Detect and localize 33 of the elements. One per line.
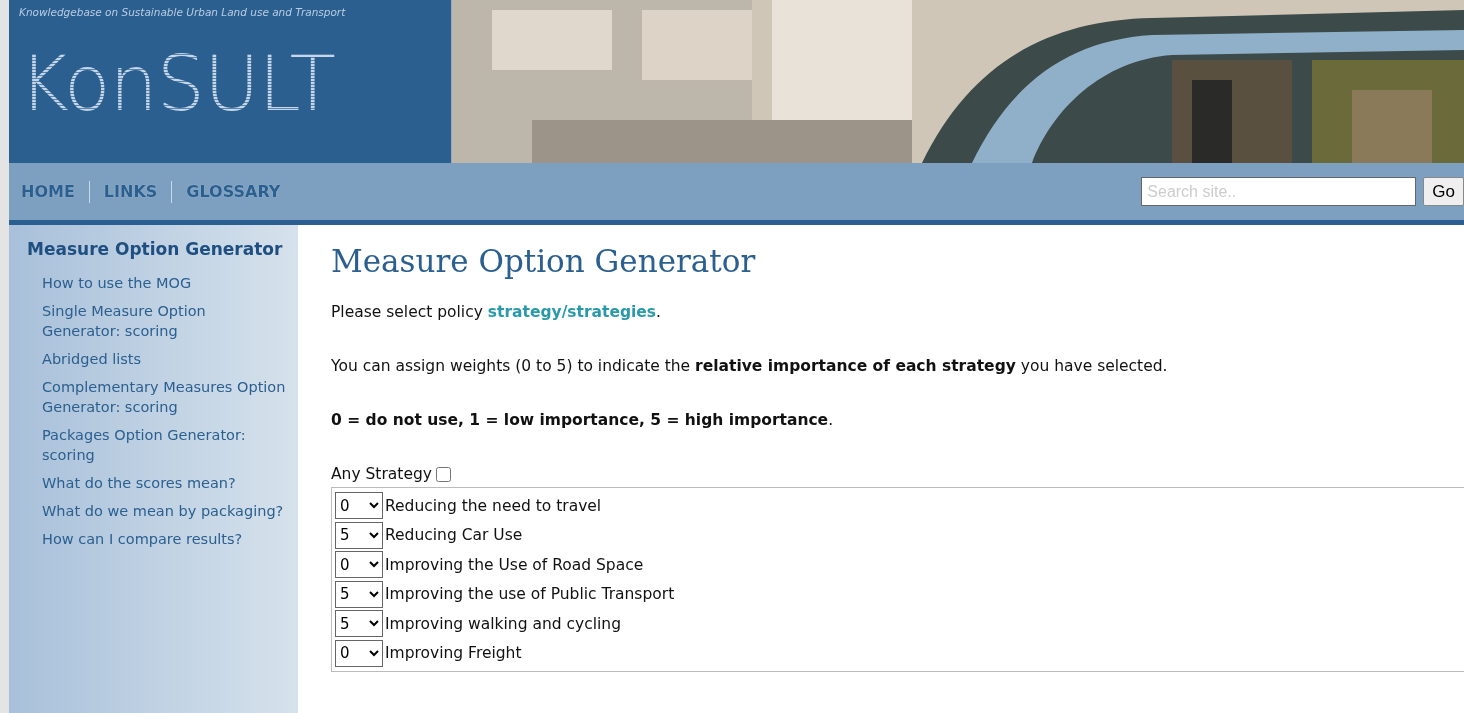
weight-select[interactable]: 5: [335, 580, 383, 608]
sidebar-link[interactable]: Abridged lists: [42, 349, 286, 369]
strategy-name: Improving walking and cycling: [385, 614, 622, 633]
strategy-name: Improving the use of Public Transport: [385, 585, 675, 604]
go-button[interactable]: Go: [1423, 177, 1464, 206]
weight-select[interactable]: 0: [335, 639, 383, 667]
site-tagline: Knowledgebase on Sustainable Urban Land use and Transport: [19, 6, 346, 18]
nav-link[interactable]: GLOSSARY: [171, 180, 295, 203]
page-title: Measure Option Generator: [331, 243, 757, 279]
sidebar-link[interactable]: How can I compare results?: [42, 529, 286, 549]
sidebar-title: Measure Option Generator: [27, 238, 284, 261]
sidebar-link[interactable]: Single Measure Option Generator: scoring: [42, 301, 286, 341]
weight-select[interactable]: 0: [335, 551, 383, 579]
nav-link[interactable]: HOME: [21, 180, 89, 203]
weight-select[interactable]: 5: [335, 521, 383, 549]
weight-select[interactable]: 0: [335, 492, 383, 520]
any-strategy-checkbox[interactable]: [435, 466, 451, 482]
strategy-name: Improving Freight: [385, 644, 522, 663]
sidebar-link[interactable]: Complementary Measures Option Generator: scoring: [42, 377, 286, 417]
strategy-name: Reducing the need to travel: [385, 496, 602, 515]
sidebar-link[interactable]: What do we mean by packaging?: [42, 501, 286, 521]
sidebar-link[interactable]: How to use the MOG: [42, 273, 286, 293]
instruction-text: You can assign weights (0 to 5) to indicate the relative importance of each strategy you have selected.: [331, 357, 1169, 375]
nav-link[interactable]: LINKS: [88, 180, 172, 203]
strategy-name: Improving the Use of Road Space: [385, 555, 644, 574]
strategy-link[interactable]: strategy/strategies: [487, 303, 657, 321]
instruction-text: Please select policy strategy/strategies.: [331, 303, 663, 321]
any-strategy-label: Any Strategy: [331, 465, 432, 483]
sidebar-link[interactable]: What do the scores mean?: [42, 473, 286, 493]
strategy-name: Reducing Car Use: [385, 526, 523, 545]
instruction-text: 0 = do not use, 1 = low importance, 5 = high importance.: [331, 411, 835, 429]
weight-select[interactable]: 5: [335, 610, 383, 638]
sidebar-link[interactable]: Packages Option Generator: scoring: [42, 425, 286, 465]
